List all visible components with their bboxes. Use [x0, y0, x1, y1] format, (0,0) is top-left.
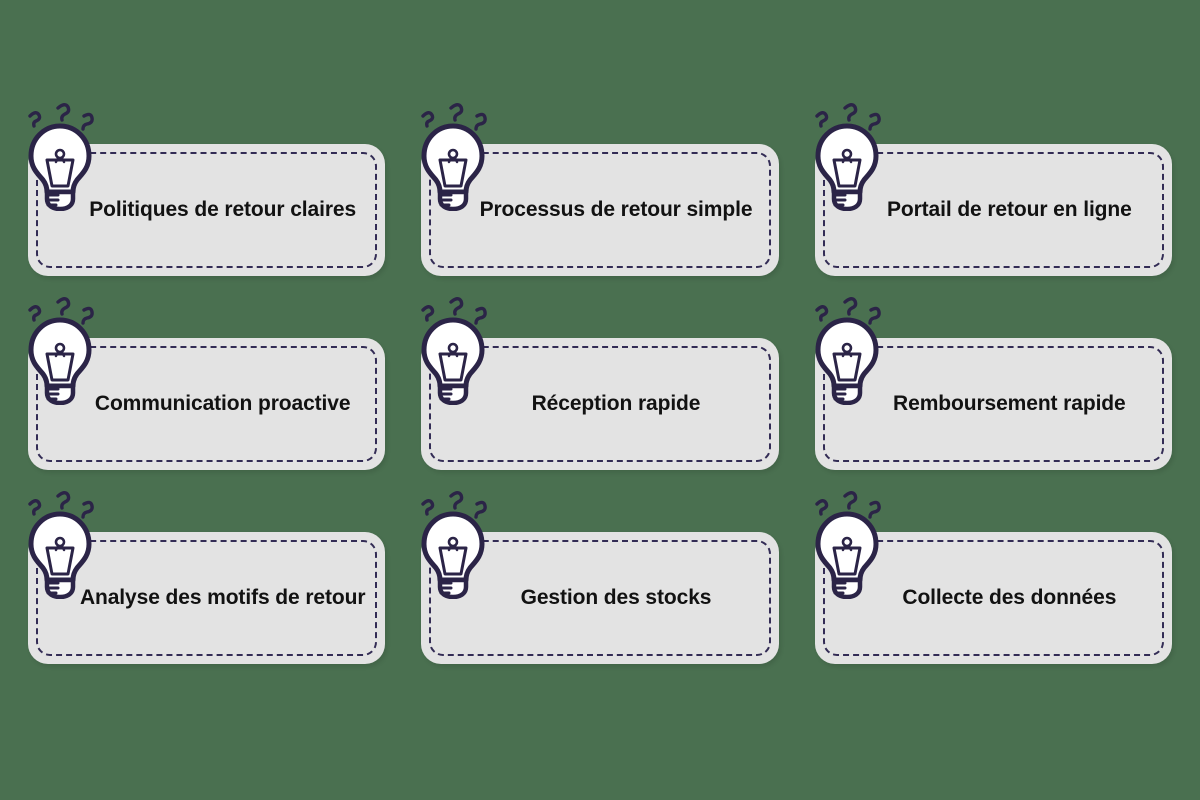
- card-label: Réception rapide: [531, 392, 701, 416]
- card-label: Analyse des motifs de retour: [79, 586, 366, 610]
- card-label: Collecte des données: [902, 586, 1117, 610]
- lightbulb-idea-icon: [14, 290, 106, 405]
- card-cell: Gestion des stocks: [403, 484, 796, 678]
- lightbulb-idea-icon: [801, 96, 893, 211]
- card-cell: Communication proactive: [10, 290, 403, 484]
- card-label: Portail de retour en ligne: [886, 198, 1132, 222]
- infographic-board: Politiques de retour claires Processus d…: [0, 0, 1200, 800]
- lightbulb-idea-icon: [14, 96, 106, 211]
- card-cell: Politiques de retour claires: [10, 96, 403, 290]
- card-label: Politiques de retour claires: [89, 198, 357, 222]
- lightbulb-idea-icon: [407, 96, 499, 211]
- lightbulb-idea-icon: [407, 290, 499, 405]
- card-label: Remboursement rapide: [893, 392, 1126, 416]
- card-cell: Processus de retour simple: [403, 96, 796, 290]
- card-cell: Remboursement rapide: [797, 290, 1190, 484]
- lightbulb-idea-icon: [14, 484, 106, 599]
- lightbulb-idea-icon: [407, 484, 499, 599]
- card-label: Communication proactive: [94, 392, 351, 416]
- card-cell: Collecte des données: [797, 484, 1190, 678]
- card-cell: Analyse des motifs de retour: [10, 484, 403, 678]
- lightbulb-idea-icon: [801, 484, 893, 599]
- card-label: Processus de retour simple: [479, 198, 753, 222]
- card-label: Gestion des stocks: [520, 586, 712, 610]
- cards-grid: Politiques de retour claires Processus d…: [0, 0, 1200, 800]
- lightbulb-idea-icon: [801, 290, 893, 405]
- card-cell: Portail de retour en ligne: [797, 96, 1190, 290]
- card-cell: Réception rapide: [403, 290, 796, 484]
